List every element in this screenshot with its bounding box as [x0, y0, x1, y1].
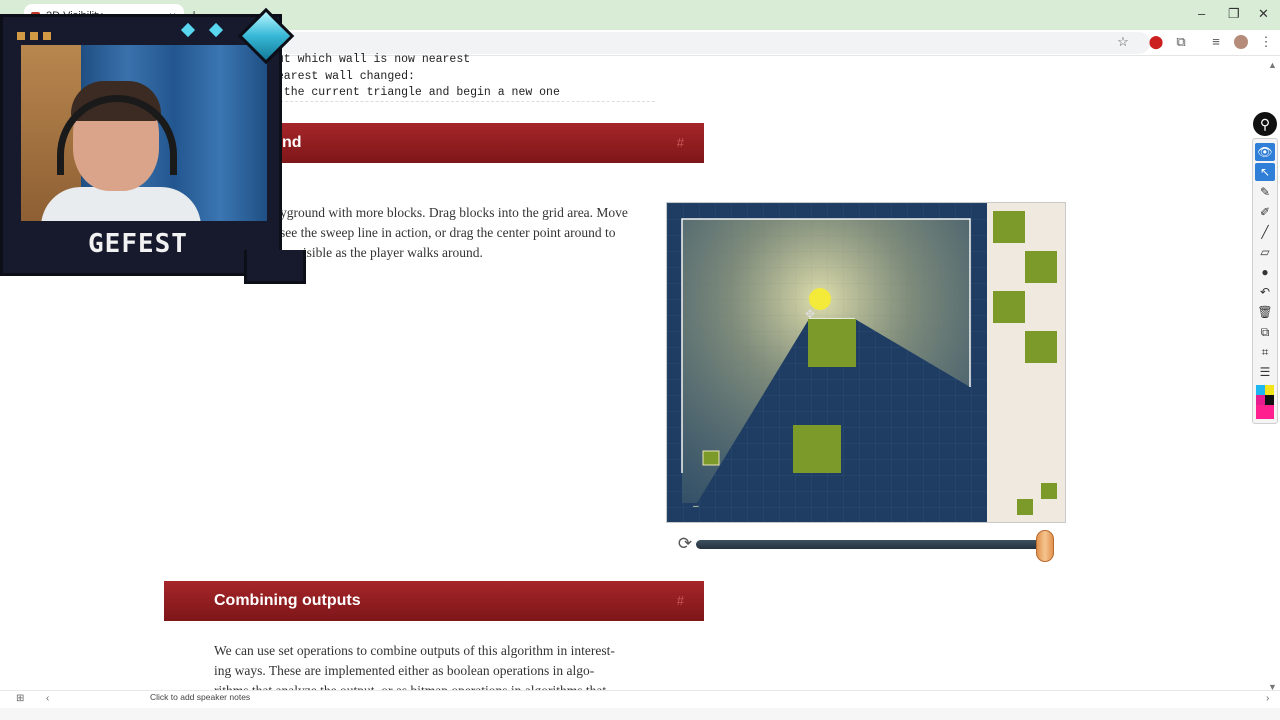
color-cyan-swatch[interactable]: [1256, 385, 1265, 395]
media-control-icon[interactable]: ≡: [1208, 34, 1224, 49]
collapse-icon[interactable]: ‹: [46, 693, 49, 704]
color-black-swatch[interactable]: [1265, 395, 1274, 405]
eraser-icon[interactable]: ▱: [1255, 243, 1275, 261]
code-line: l the current triangle and begin a new o…: [270, 86, 560, 99]
palette-toggle-icon[interactable]: ⚲: [1253, 112, 1277, 136]
extensions-icon[interactable]: ⧉: [1173, 34, 1189, 50]
paragraph-line: see the sweep line in action, or drag th…: [280, 225, 616, 240]
task-strip: [0, 708, 1280, 720]
slider-thumb[interactable]: [1036, 530, 1054, 562]
color-pink-swatch[interactable]: [1256, 405, 1274, 419]
undo-icon[interactable]: ↶: [1255, 283, 1275, 301]
line-icon[interactable]: ╱: [1255, 223, 1275, 241]
block[interactable]: [808, 319, 856, 367]
close-window-button[interactable]: ✕: [1258, 6, 1269, 22]
combining-paragraph: We can use set operations to combine out…: [214, 641, 664, 691]
paragraph-line: We can use set operations to combine out…: [214, 643, 615, 658]
frame-decoration-dots: [17, 27, 56, 45]
tray-block-small[interactable]: [1017, 499, 1033, 515]
palette-body: 👁 ↖ ✎ ✐ ╱ ▱ ● ↶ 🗑 ⧉ ⌗ ☰: [1252, 138, 1278, 424]
tray-block[interactable]: [993, 291, 1025, 323]
extension-opera-icon[interactable]: ⬤: [1148, 34, 1164, 50]
section-header-combining-outputs: Combining outputs #: [164, 581, 704, 621]
person-shirt: [41, 187, 201, 221]
block-small[interactable]: [702, 450, 720, 466]
minus-marker: –: [693, 501, 699, 512]
bookmark-star-icon[interactable]: ☆: [1115, 34, 1131, 50]
minimize-button[interactable]: –: [1198, 6, 1205, 21]
paragraph-line: yground with more blocks. Drag blocks in…: [280, 205, 628, 220]
browser-menu-icon[interactable]: ⋮: [1258, 34, 1274, 50]
pen-icon[interactable]: ✎: [1255, 183, 1275, 201]
webcam-frame: GEFEST: [0, 14, 282, 276]
color-magenta-swatch[interactable]: [1256, 395, 1265, 405]
slides-bottom-bar: ⊞ ‹ Click to add speaker notes ›: [0, 690, 1280, 708]
move-cursor-icon: ✥: [805, 307, 815, 321]
eye-icon[interactable]: 👁: [1255, 143, 1275, 161]
color-yellow-swatch[interactable]: [1265, 385, 1274, 395]
diamond-icon: [208, 22, 224, 38]
highlighter-icon[interactable]: ✐: [1255, 203, 1275, 221]
visibility-canvas[interactable]: – ✥: [667, 203, 1065, 522]
code-line: out which wall is now nearest: [270, 53, 471, 66]
visibility-demo[interactable]: – ✥: [666, 202, 1066, 523]
section-title: Combining outputs: [214, 592, 361, 609]
scroll-up-arrow[interactable]: ▲: [1268, 60, 1277, 70]
drawing-tools-palette: ⚲ 👁 ↖ ✎ ✐ ╱ ▱ ● ↶ 🗑 ⧉ ⌗ ☰: [1252, 112, 1278, 424]
grid-view-icon[interactable]: ⊞: [16, 693, 24, 704]
paragraph-line: ing ways. These are implemented either a…: [214, 663, 595, 678]
reset-icon[interactable]: ⟳: [676, 535, 694, 553]
frame-tab: [244, 250, 306, 284]
trash-icon[interactable]: 🗑: [1255, 303, 1275, 321]
diamond-icon: [180, 22, 196, 38]
speaker-notes-placeholder[interactable]: Click to add speaker notes: [150, 692, 250, 702]
tray-block[interactable]: [1025, 331, 1057, 363]
pseudocode-block: out which wall is now nearest nearest wa…: [270, 52, 655, 102]
paragraph-line: be visible as the player walks around.: [280, 245, 483, 260]
streamer-name: GEFEST: [88, 229, 188, 259]
slider-track[interactable]: [696, 540, 1054, 549]
restore-button[interactable]: ❐: [1228, 6, 1240, 22]
profile-avatar[interactable]: [1234, 35, 1248, 49]
pointer-icon[interactable]: ↖: [1255, 163, 1275, 181]
dot-icon[interactable]: ●: [1255, 263, 1275, 281]
tray-block[interactable]: [993, 211, 1025, 243]
screenshot-icon[interactable]: ⌗: [1255, 343, 1275, 361]
copy-icon[interactable]: ⧉: [1255, 323, 1275, 341]
webcam-video: [21, 45, 267, 221]
webcam-overlay: GEFEST: [0, 7, 306, 284]
section-anchor-link[interactable]: #: [677, 135, 684, 150]
address-bar[interactable]: [280, 32, 1150, 54]
code-line: nearest wall changed:: [270, 69, 415, 83]
scroll-right-icon[interactable]: ›: [1266, 693, 1269, 704]
tray-block[interactable]: [1025, 251, 1057, 283]
section-anchor-link[interactable]: #: [677, 593, 684, 608]
tray-block-small[interactable]: [1041, 483, 1057, 499]
sweep-slider: ⟳: [676, 530, 1061, 562]
notes-icon[interactable]: ☰: [1255, 363, 1275, 381]
block[interactable]: [793, 425, 841, 473]
playground-paragraph: yground with more blocks. Drag blocks in…: [280, 203, 660, 263]
